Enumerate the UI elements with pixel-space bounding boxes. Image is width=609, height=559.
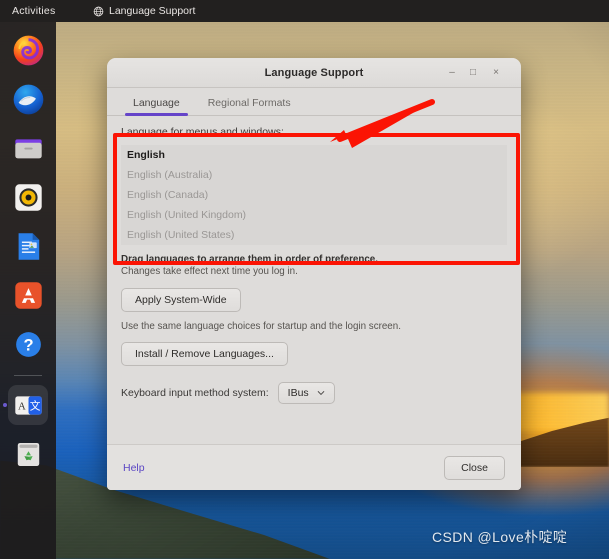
input-method-dropdown[interactable]: IBus: [277, 382, 335, 404]
apply-system-wide-button[interactable]: Apply System-Wide: [121, 288, 241, 312]
thunderbird-icon: [13, 84, 43, 114]
dock-item-help[interactable]: ?: [8, 324, 48, 364]
dock-item-firefox[interactable]: [8, 30, 48, 70]
window-footer: Help Close: [107, 444, 521, 490]
ubuntu-dock: ? A 文: [0, 22, 56, 559]
input-method-label: Keyboard input method system:: [121, 387, 269, 399]
drag-hint-strong: Drag languages to arrange them in order …: [121, 254, 378, 265]
libreoffice-writer-icon: [18, 232, 39, 260]
maximize-button[interactable]: □: [466, 66, 480, 80]
trash-icon: [17, 442, 39, 466]
window-titlebar: Language Support – □ ×: [107, 58, 521, 88]
input-method-row: Keyboard input method system: IBus: [121, 382, 507, 404]
ubuntu-software-icon: [14, 281, 42, 309]
language-list[interactable]: English English (Australia) English (Can…: [121, 145, 507, 245]
tab-bar: Language Regional Formats: [107, 88, 521, 116]
list-item[interactable]: English (Australia): [123, 165, 505, 185]
watermark: CSDN @Love朴啶啶: [432, 529, 568, 545]
install-remove-languages-button[interactable]: Install / Remove Languages...: [121, 342, 288, 366]
chevron-down-icon: [317, 391, 324, 395]
window-content: Language for menus and windows: English …: [107, 116, 521, 404]
minimize-button[interactable]: –: [445, 66, 459, 80]
tab-language[interactable]: Language: [119, 97, 194, 116]
language-support-window: Language Support – □ × Language Regional…: [107, 58, 521, 490]
activities-button[interactable]: Activities: [12, 5, 55, 17]
drag-hint-normal: Changes take effect next time you log in…: [121, 266, 298, 277]
close-window-button[interactable]: ×: [489, 66, 503, 80]
firefox-icon: [13, 35, 43, 65]
help-question-icon: ?: [15, 331, 41, 357]
globe-icon: [93, 6, 104, 16]
svg-text:?: ?: [23, 336, 33, 354]
list-item[interactable]: English (Canada): [123, 185, 505, 205]
gnome-top-bar: Activities Language Support: [0, 0, 609, 22]
dock-item-ubuntu-software[interactable]: [8, 275, 48, 315]
dock-item-libreoffice-writer[interactable]: [8, 226, 48, 266]
rhythmbox-icon: [14, 183, 42, 211]
list-item[interactable]: English (United States): [123, 225, 505, 245]
login-screen-hint: Use the same language choices for startu…: [121, 321, 401, 332]
dock-item-language-support[interactable]: A 文: [8, 385, 48, 425]
close-button[interactable]: Close: [444, 455, 505, 480]
dock-item-files[interactable]: [8, 128, 48, 168]
language-translate-icon: A 文: [14, 395, 42, 415]
list-item[interactable]: English (United Kingdom): [123, 205, 505, 225]
app-indicator[interactable]: Language Support: [93, 5, 195, 17]
svg-text:文: 文: [29, 399, 40, 412]
dock-item-rhythmbox[interactable]: [8, 177, 48, 217]
input-method-value: IBus: [287, 387, 309, 399]
help-link[interactable]: Help: [123, 462, 145, 474]
language-list-label: Language for menus and windows:: [121, 126, 284, 138]
tab-regional-formats[interactable]: Regional Formats: [194, 97, 305, 115]
dock-item-thunderbird[interactable]: [8, 79, 48, 119]
app-indicator-label: Language Support: [109, 5, 196, 17]
dock-item-trash[interactable]: [8, 434, 48, 474]
files-folder-icon: [14, 138, 42, 158]
dock-separator: [14, 375, 42, 376]
svg-text:A: A: [18, 400, 26, 412]
list-item[interactable]: English: [123, 145, 505, 165]
window-title: Language Support: [264, 66, 364, 79]
